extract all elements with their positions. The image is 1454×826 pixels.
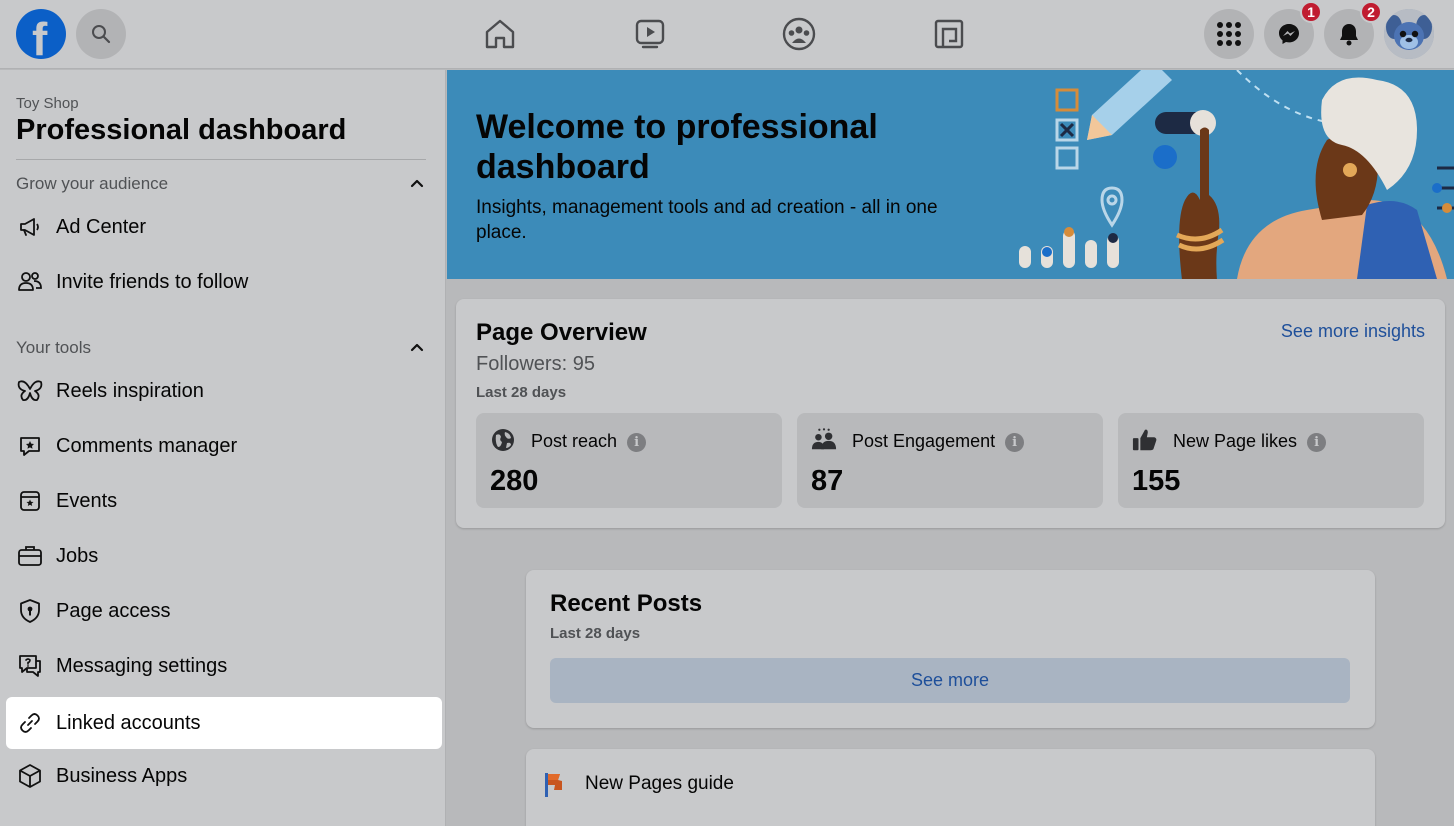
see-more-insights-link[interactable]: See more insights — [1281, 321, 1425, 342]
search-icon — [92, 25, 111, 44]
top-navigation-bar: f 1 2 — [0, 0, 1454, 69]
video-icon — [635, 19, 665, 49]
info-icon[interactable]: i — [1005, 433, 1025, 452]
stat-label: Post Engagement — [852, 431, 996, 451]
chevron-up-icon — [410, 343, 424, 352]
sidebar-item-events[interactable]: Events — [6, 475, 442, 527]
flag-icon — [545, 773, 562, 797]
shield-icon — [16, 597, 44, 625]
people-icon — [16, 268, 44, 296]
comment-star-icon — [16, 432, 44, 460]
stat-post-reach[interactable]: Post reach i 280 — [476, 413, 782, 508]
sidebar: Toy Shop Professional dashboard Grow you… — [0, 70, 446, 826]
stat-value: 155 — [1132, 465, 1181, 497]
calendar-star-icon — [16, 487, 44, 515]
nav-home[interactable] — [482, 16, 518, 52]
home-icon — [485, 19, 515, 49]
search-button[interactable] — [76, 9, 126, 59]
info-icon[interactable]: i — [627, 433, 647, 452]
facebook-logo-icon[interactable]: f — [16, 9, 66, 65]
sidebar-item-comments-manager[interactable]: Comments manager — [6, 420, 442, 472]
sidebar-divider — [16, 159, 426, 160]
notifications-button[interactable]: 2 — [1324, 1, 1382, 59]
section-grow-audience[interactable]: Grow your audience — [16, 174, 426, 194]
globe-icon — [490, 427, 516, 453]
sidebar-item-messaging-settings[interactable]: Messaging settings — [6, 640, 442, 692]
group-icon — [811, 427, 837, 453]
welcome-banner: Welcome to professional dashboard Insigh… — [447, 70, 1454, 279]
nav-watch[interactable] — [632, 16, 668, 52]
banner-subtitle: Insights, management tools and ad creati… — [476, 197, 938, 243]
nav-groups[interactable] — [781, 16, 817, 52]
groups-icon — [782, 17, 816, 51]
notifications-badge: 2 — [1360, 1, 1382, 23]
sidebar-item-linked-accounts[interactable]: Linked accounts — [6, 697, 442, 749]
stat-label: New Page likes — [1173, 431, 1298, 451]
bell-icon — [1340, 24, 1358, 46]
see-more-button[interactable]: See more — [550, 658, 1350, 703]
menu-button[interactable] — [1204, 9, 1254, 59]
overview-period: Last 28 days — [476, 384, 567, 401]
butterfly-icon — [16, 377, 44, 405]
stat-value: 87 — [811, 465, 844, 497]
followers-count: Followers: 95 — [476, 353, 595, 375]
stat-label: Post reach — [531, 431, 618, 451]
gaming-icon — [934, 19, 964, 49]
messenger-icon — [1279, 24, 1299, 44]
stat-value: 280 — [490, 465, 539, 497]
new-pages-guide-label: New Pages guide — [585, 773, 734, 794]
message-question-icon — [16, 652, 44, 680]
sidebar-item-business-apps[interactable]: Business Apps — [6, 750, 442, 802]
megaphone-icon — [16, 213, 44, 241]
sidebar-title: Professional dashboard — [16, 114, 347, 146]
recent-posts-title: Recent Posts — [550, 590, 703, 617]
section-your-tools[interactable]: Your tools — [16, 338, 426, 358]
sidebar-item-reels-inspiration[interactable]: Reels inspiration — [6, 365, 442, 417]
avatar-character-icon — [1384, 9, 1434, 59]
link-icon — [16, 709, 44, 737]
sidebar-item-jobs[interactable]: Jobs — [6, 530, 442, 582]
banner-illustration — [1019, 70, 1454, 279]
chevron-up-icon — [410, 179, 424, 188]
banner-title: Welcome to professional dashboard — [476, 108, 878, 186]
new-pages-guide-card[interactable]: New Pages guide — [526, 749, 1375, 826]
messenger-badge: 1 — [1300, 1, 1322, 23]
sidebar-item-page-access[interactable]: Page access — [6, 585, 442, 637]
recent-posts-card: Recent Posts Last 28 days See more — [526, 570, 1375, 728]
stat-post-engagement[interactable]: Post Engagement i 87 — [797, 413, 1103, 508]
cube-icon — [16, 762, 44, 790]
recent-posts-period: Last 28 days — [550, 625, 641, 642]
overview-title: Page Overview — [476, 319, 647, 346]
profile-avatar[interactable] — [1384, 9, 1434, 59]
grid-menu-icon — [1217, 22, 1241, 46]
thumbs-up-icon — [1132, 427, 1158, 453]
info-icon[interactable]: i — [1307, 433, 1327, 452]
sidebar-item-ad-center[interactable]: Ad Center — [6, 201, 442, 253]
nav-gaming[interactable] — [931, 16, 967, 52]
messenger-button[interactable]: 1 — [1264, 1, 1322, 59]
briefcase-icon — [16, 542, 44, 570]
stat-new-page-likes[interactable]: New Page likes i 155 — [1118, 413, 1424, 508]
sidebar-item-invite-friends[interactable]: Invite friends to follow — [6, 256, 442, 308]
page-overview-card: Page Overview See more insights Follower… — [456, 299, 1445, 528]
page-name: Toy Shop — [16, 95, 79, 112]
